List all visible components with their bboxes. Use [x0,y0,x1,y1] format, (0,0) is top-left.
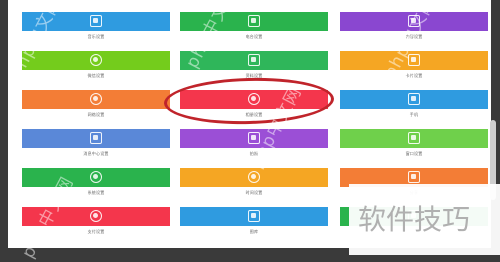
chat-icon [90,54,102,66]
tile-label: 图库 [249,229,259,234]
document-icon [248,54,260,66]
tile-color-bar[interactable] [22,168,170,187]
settings-tile[interactable]: 系统设置 [22,156,170,195]
settings-icon [90,171,102,183]
tile-color-bar[interactable] [180,168,328,187]
message-icon [90,132,102,144]
gallery-icon [248,210,260,222]
settings-tile[interactable]: 网络设置 [22,78,170,117]
settings-tile[interactable]: 手机 [340,78,488,117]
clock-icon [248,171,260,183]
note-icon [248,15,260,27]
window-icon [408,132,420,144]
tile-color-bar[interactable] [340,90,488,109]
tile-color-bar[interactable] [22,90,170,109]
money-icon [90,210,102,222]
tile-color-bar[interactable] [22,51,170,70]
brand-text: 软件技巧 [358,203,471,236]
music-icon [90,15,102,27]
settings-tile[interactable]: 消息中心设置 [22,117,170,156]
settings-tile[interactable]: 窗口设置 [340,117,488,156]
tile-color-bar[interactable] [340,51,488,70]
settings-tile[interactable]: 微信设置 [22,39,170,78]
phone-icon [408,93,420,105]
tile-color-bar[interactable] [340,129,488,148]
globe-icon [90,93,102,105]
tile-color-bar[interactable] [22,129,170,148]
share-icon [408,171,420,183]
settings-tile[interactable]: 图库 [180,195,328,234]
tile-color-bar[interactable] [180,207,328,226]
